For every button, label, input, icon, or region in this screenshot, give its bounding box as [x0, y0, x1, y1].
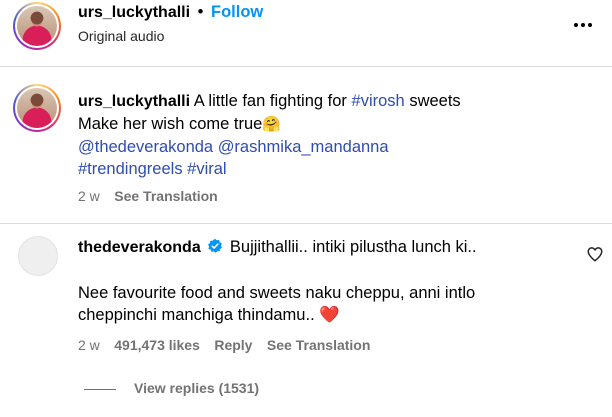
comment-body: thedeverakonda Bujjithallii.. intiki pil…: [78, 236, 588, 326]
verified-badge-icon: [207, 238, 223, 260]
comment-username[interactable]: thedeverakonda: [78, 239, 201, 256]
mention-rashmika[interactable]: @rashmika_mandanna: [218, 138, 389, 156]
comment-line1: Bujjithallii.. intiki pilustha lunch ki.…: [229, 238, 477, 256]
caption-divider: [0, 223, 612, 224]
comment-avatar[interactable]: [18, 236, 58, 276]
caption-line2: Make her wish come true: [78, 115, 263, 133]
caption-time[interactable]: 2 w: [78, 188, 100, 204]
caption-meta-row: 2 w See Translation: [78, 188, 218, 206]
reply-button[interactable]: Reply: [214, 337, 252, 353]
hashtag-viral[interactable]: #viral: [187, 160, 226, 178]
comment-like-icon[interactable]: [586, 245, 604, 263]
view-replies-line: [84, 389, 116, 390]
header-username[interactable]: urs_luckythalli: [78, 4, 190, 21]
header-username-row: urs_luckythalli • Follow: [78, 3, 263, 22]
comment-time[interactable]: 2 w: [78, 337, 100, 353]
follow-button[interactable]: Follow: [211, 3, 263, 21]
comment-see-translation[interactable]: See Translation: [267, 337, 370, 353]
comment-line2: Nee favourite food and sweets naku chepp…: [78, 284, 476, 302]
more-options-icon[interactable]: [572, 14, 594, 36]
header-subtitle[interactable]: Original audio: [78, 28, 164, 44]
heart-emoji: ❤️: [319, 306, 340, 324]
mention-thedeverakonda[interactable]: @thedeverakonda: [78, 138, 213, 156]
hashtag-trendingreels[interactable]: #trendingreels: [78, 160, 183, 178]
comment-line3: cheppinchi manchiga thindamu..: [78, 306, 315, 324]
caption-avatar[interactable]: [13, 84, 61, 132]
header-divider: [0, 66, 612, 67]
caption-see-translation[interactable]: See Translation: [114, 188, 217, 204]
header-separator: •: [197, 3, 204, 21]
hashtag-virosh[interactable]: #virosh: [352, 92, 405, 110]
caption-line1-end: sweets: [409, 92, 461, 110]
caption-text: urs_luckythalli A little fan fighting fo…: [78, 90, 598, 180]
comment-meta-row: 2 w 491,473 likes Reply See Translation: [78, 337, 370, 355]
caption-username[interactable]: urs_luckythalli: [78, 93, 190, 110]
caption-line1: A little fan fighting for: [193, 92, 347, 110]
hug-emoji: 🤗: [262, 116, 282, 133]
header-avatar[interactable]: [13, 2, 61, 50]
view-replies-button[interactable]: View replies (1531): [134, 380, 259, 396]
comment-likes-count[interactable]: 491,473 likes: [114, 337, 200, 353]
